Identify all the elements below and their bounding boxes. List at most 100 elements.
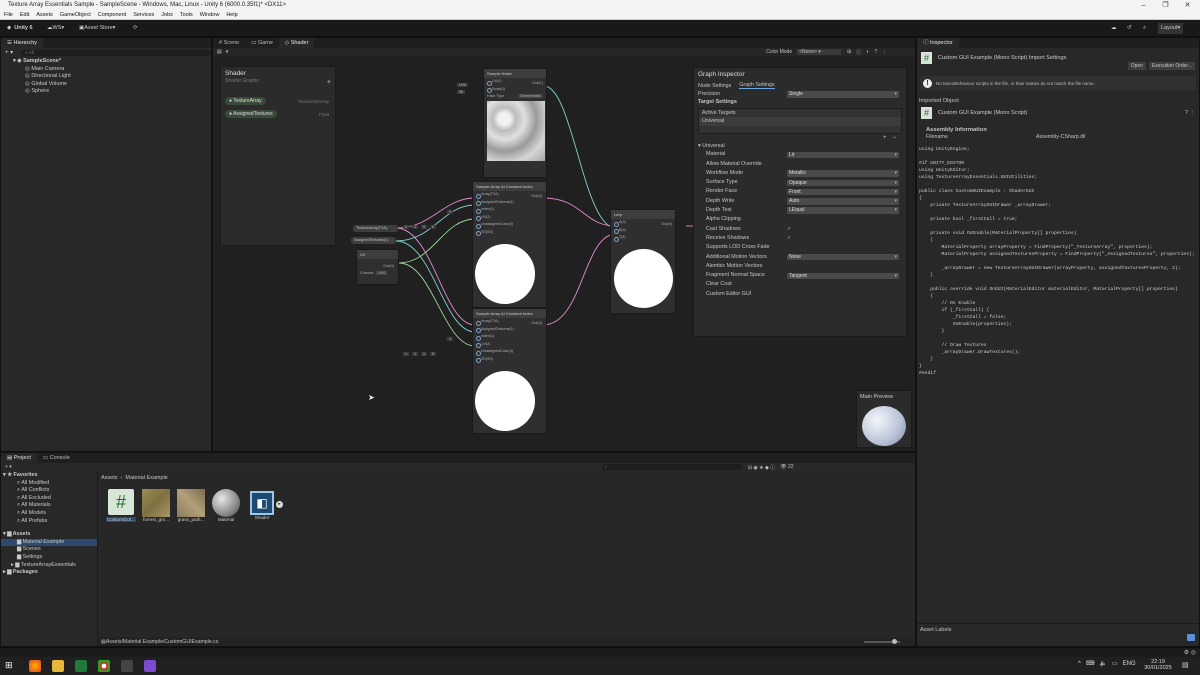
- breadcrumb-material-example[interactable]: Material Example: [125, 475, 168, 481]
- version-control-icon[interactable]: ⟳: [130, 23, 141, 34]
- tab-project[interactable]: ▤ Project: [1, 453, 37, 463]
- favorites-item[interactable]: ⌕ All Materials: [1, 502, 97, 510]
- tab-graph-settings[interactable]: Graph Settings: [739, 82, 775, 89]
- add-target-icon[interactable]: +: [883, 135, 887, 141]
- asset-store-dropdown[interactable]: ▣ Asset Store ▾: [76, 23, 118, 34]
- vector-z-field[interactable]: 0: [421, 225, 427, 229]
- tab-hierarchy[interactable]: ☰ Hierarchy: [1, 38, 44, 48]
- menu-gameobject[interactable]: GameObject: [60, 11, 91, 20]
- menu-window[interactable]: Window: [200, 11, 220, 20]
- setting-dropdown[interactable]: Opaque: [787, 179, 899, 187]
- remove-target-icon[interactable]: −: [892, 135, 896, 141]
- favorites-item[interactable]: ⌕ All Conflicts: [1, 487, 97, 495]
- open-button[interactable]: Open: [1127, 62, 1146, 70]
- node-output[interactable]: Out(1): [532, 81, 543, 85]
- folder-material-example[interactable]: ▆ Material Example: [1, 538, 97, 547]
- help-icon[interactable]: ? ⋮: [1185, 110, 1195, 116]
- menu-help[interactable]: Help: [226, 11, 237, 20]
- hierarchy-item-global-volume[interactable]: ◎ Global Volume: [19, 81, 211, 89]
- node-port[interactable]: UV(2): [473, 214, 546, 222]
- index-input-field[interactable]: 0: [447, 210, 453, 214]
- node-output[interactable]: Out(4): [531, 321, 542, 325]
- menu-tools[interactable]: Tools: [180, 11, 193, 20]
- hierarchy-search-input[interactable]: ⌕ All: [21, 49, 211, 56]
- layout-dropdown[interactable]: Layout ▾: [1158, 23, 1184, 34]
- menu-edit[interactable]: Edit: [20, 11, 29, 20]
- setting-checkbox[interactable]: ✓: [787, 225, 791, 234]
- filter-icon[interactable]: ⊟ ◉ ★ ◆ ⓘ: [748, 464, 775, 471]
- active-target-item[interactable]: Universal: [699, 117, 901, 127]
- workspace-dropdown[interactable]: ☁ WS ▾: [44, 23, 67, 34]
- tab-inspector[interactable]: ⓘ Inspector: [917, 38, 959, 48]
- menu-file[interactable]: File: [4, 11, 13, 20]
- setting-checkbox[interactable]: ✓: [787, 234, 791, 243]
- uv-node[interactable]: UV Out(4) Channel UV0: [356, 249, 399, 285]
- universal-section-header[interactable]: ▾ Universal: [694, 142, 906, 150]
- setting-dropdown[interactable]: Front: [787, 188, 899, 196]
- project-search-input[interactable]: ⌕: [601, 464, 742, 470]
- network-icon[interactable]: ⌨: [1086, 660, 1095, 667]
- language-indicator[interactable]: ENG: [1123, 661, 1136, 667]
- folder-texturearrayessentials[interactable]: ▸ ▆ TextureArrayEssentials: [1, 562, 97, 570]
- node-port[interactable]: T(4): [611, 234, 675, 242]
- node-port[interactable]: UnassignedColor(4): [473, 348, 546, 356]
- folder-scenes[interactable]: ▆ Scenes: [1, 546, 97, 554]
- precision-dropdown[interactable]: Single: [787, 91, 899, 98]
- node-port[interactable]: AssignedTextures(1): [473, 326, 546, 334]
- volume-icon[interactable]: 🔈: [1100, 660, 1107, 667]
- node-port[interactable]: Index(1): [473, 206, 546, 214]
- maximize-icon[interactable]: ❐: [1161, 1, 1170, 10]
- node-port[interactable]: Index(1): [473, 333, 546, 341]
- notification-icon[interactable]: ▤: [1182, 661, 1189, 669]
- favorites-header[interactable]: ▾ ★ Favorites: [1, 472, 97, 480]
- excel-icon[interactable]: [75, 660, 87, 672]
- menu-services[interactable]: Services: [133, 11, 154, 20]
- asset-grass-path[interactable]: grass_path...: [176, 489, 206, 522]
- node-output[interactable]: Out(4): [661, 222, 672, 226]
- lerp-node[interactable]: Lerp A(4) B(4) T(4) Out(4): [610, 209, 676, 314]
- windows-start-icon[interactable]: ⊞: [5, 660, 17, 672]
- add-icon[interactable]: + ▾: [5, 464, 12, 470]
- vector-w-field[interactable]: 0: [430, 352, 436, 356]
- preview-sphere[interactable]: [862, 406, 906, 446]
- node-port[interactable]: AssignedTextures(1): [473, 199, 546, 207]
- vector-w-field[interactable]: 0: [430, 225, 436, 229]
- vector-y-field[interactable]: 1: [412, 352, 418, 356]
- undo-history-icon[interactable]: ↺: [1124, 23, 1135, 34]
- vector-y-field[interactable]: 1: [412, 225, 418, 229]
- asset-forrest-ground[interactable]: forrest_gro...: [141, 489, 171, 522]
- assigned-textures-property-node[interactable]: AssignedTextures(1): [351, 237, 396, 244]
- texture-array-property-node[interactable]: TextureArray(T2A): [353, 225, 398, 232]
- close-icon[interactable]: ✕: [1183, 1, 1192, 10]
- cloud-sync-icon[interactable]: ☁: [1108, 23, 1120, 34]
- menu-assets[interactable]: Assets: [36, 11, 53, 20]
- node-port[interactable]: UV(2): [473, 341, 546, 349]
- node-port[interactable]: SS(SS): [473, 356, 546, 364]
- sample-array-node[interactable]: Sample Array At Constant Index Array(T2A…: [472, 308, 547, 434]
- execution-order-button[interactable]: Execution Order...: [1148, 62, 1195, 70]
- favorites-item[interactable]: ⌕ All Models: [1, 510, 97, 518]
- node-port[interactable]: B(4): [611, 227, 675, 235]
- node-port[interactable]: SS(SS): [473, 229, 546, 237]
- node-port[interactable]: UnassignedColor(4): [473, 221, 546, 229]
- hierarchy-item-main-camera[interactable]: ◎ Main Camera: [19, 66, 211, 74]
- hash-type-dropdown[interactable]: Deterministic: [518, 94, 543, 98]
- unity-hub-icon[interactable]: [121, 660, 133, 672]
- unity-account-button[interactable]: ◆ Unity 6: [4, 23, 36, 34]
- expand-icon[interactable]: ▸: [276, 501, 283, 508]
- search-icon[interactable]: ⌕: [1140, 23, 1149, 34]
- setting-dropdown[interactable]: None: [787, 253, 899, 261]
- node-output[interactable]: Out(4): [531, 194, 542, 198]
- favorites-item[interactable]: ⌕ All Prefabs: [1, 518, 97, 526]
- folder-settings[interactable]: ▆ Settings: [1, 554, 97, 562]
- tab-console[interactable]: ▭ Console: [37, 453, 76, 463]
- scale-input-field[interactable]: 30: [457, 90, 465, 94]
- thumbnail-size-slider[interactable]: [864, 638, 900, 644]
- node-output[interactable]: Out(4): [383, 264, 394, 268]
- setting-dropdown[interactable]: Auto: [787, 198, 899, 205]
- firefox-icon[interactable]: [29, 660, 41, 672]
- scene-root[interactable]: ▾ ◈ SampleScene*: [13, 58, 211, 66]
- favorites-item[interactable]: ⌕ All Modified: [1, 480, 97, 488]
- asset-customgui[interactable]: # CustomGUI...: [106, 489, 136, 522]
- setting-dropdown[interactable]: Lit: [787, 151, 899, 159]
